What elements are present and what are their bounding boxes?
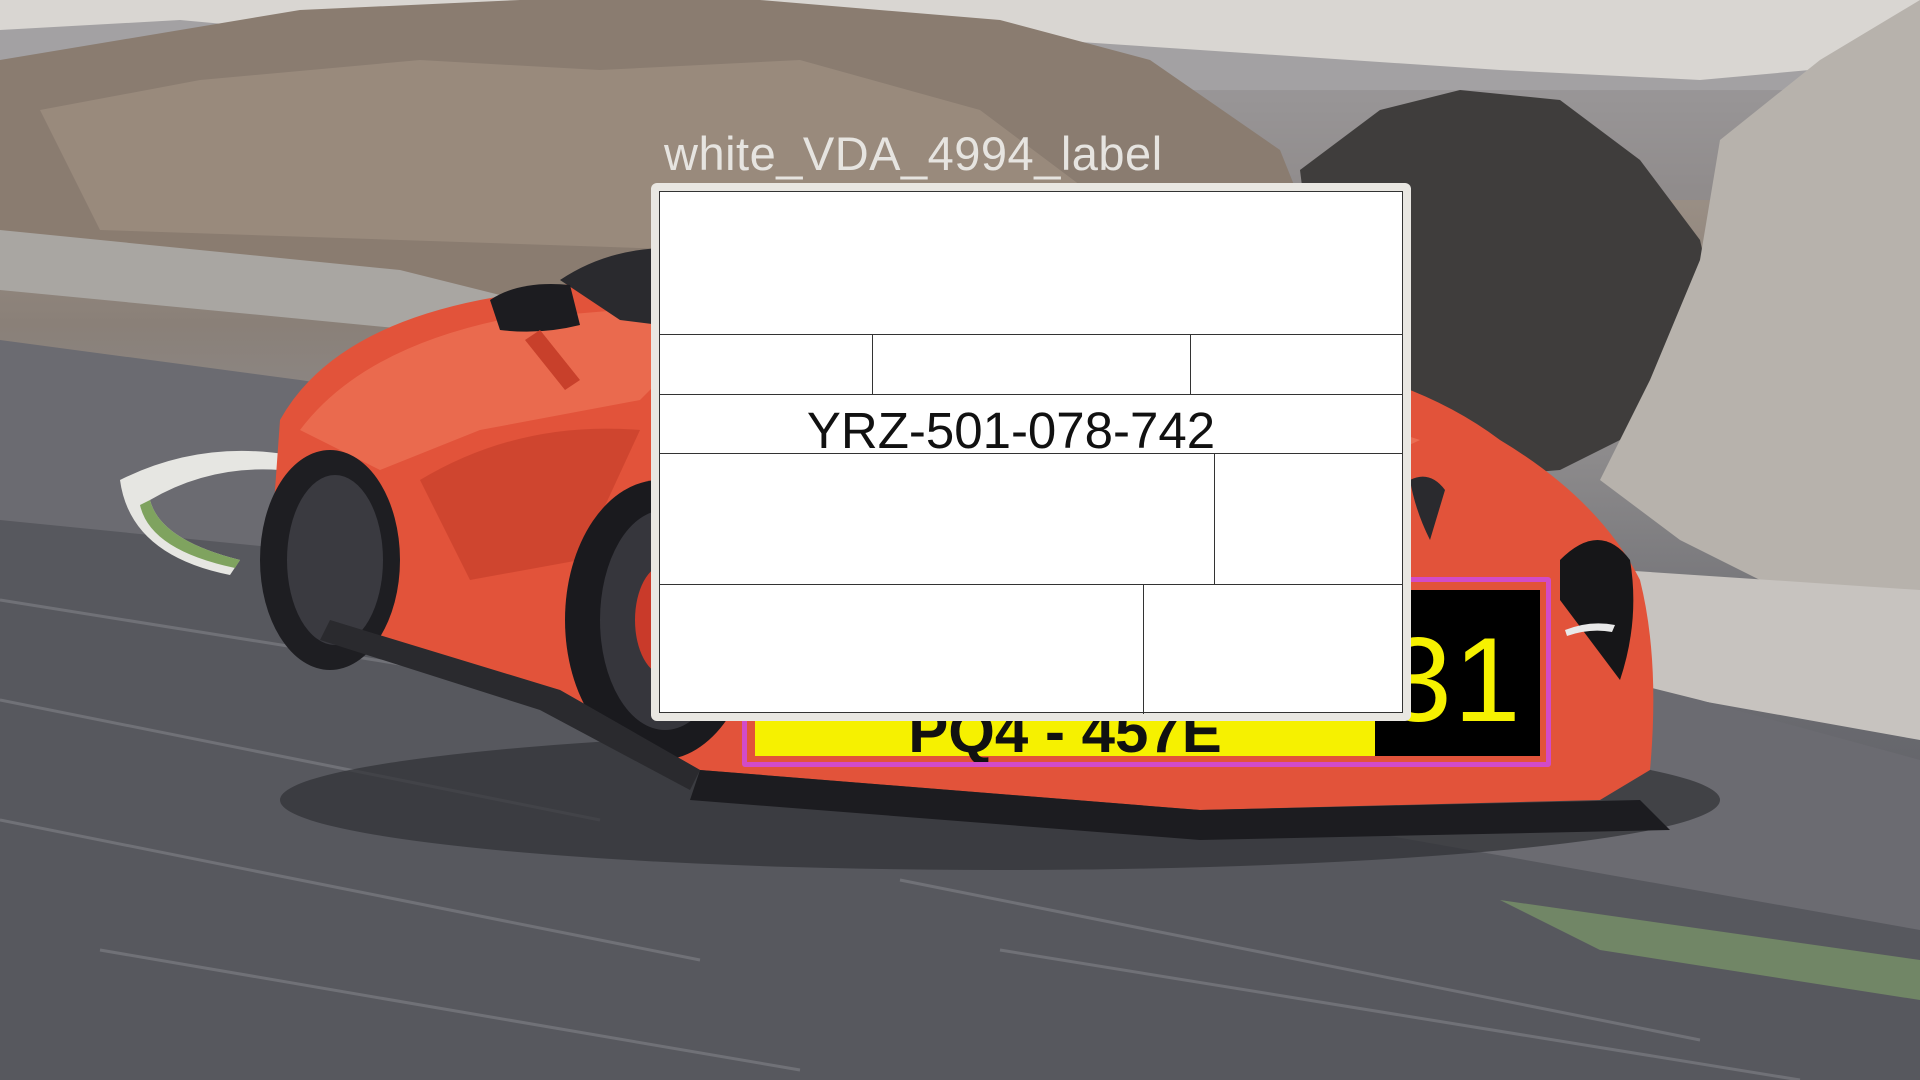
label-divider	[1214, 453, 1215, 584]
label-rule	[660, 394, 1402, 395]
label-divider	[1190, 334, 1191, 394]
label-divider	[872, 334, 873, 394]
label-rule	[660, 584, 1402, 585]
label-code: YRZ-501-078-742	[806, 402, 1216, 459]
vda-label-grid: YRZ-501-078-742	[659, 191, 1403, 714]
label-caption: white_VDA_4994_label	[664, 127, 1163, 180]
label-rule	[660, 334, 1402, 335]
label-divider	[1143, 584, 1144, 714]
vda-label: YRZ-501-078-742	[651, 183, 1411, 721]
